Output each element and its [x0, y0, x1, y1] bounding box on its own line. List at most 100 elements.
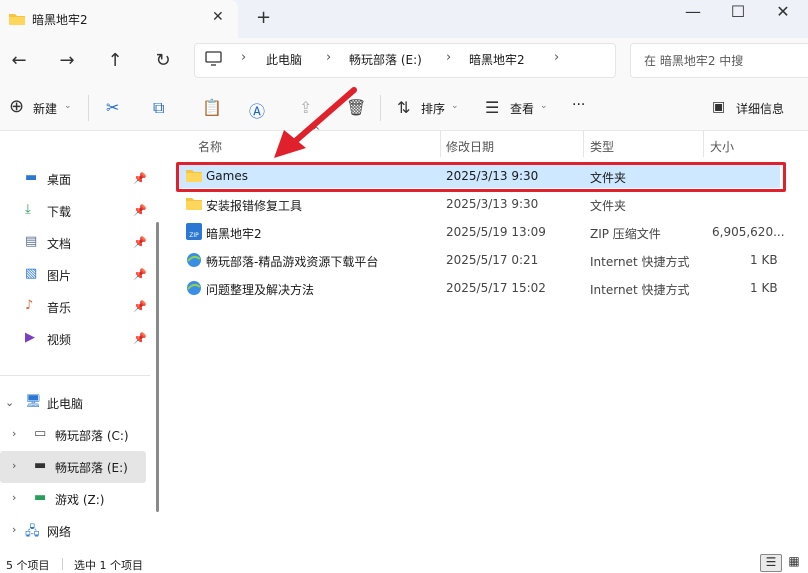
video-icon: ▶: [25, 330, 35, 345]
close-tab-icon[interactable]: ✕: [212, 9, 224, 25]
column-header-modified[interactable]: 修改日期: [446, 138, 494, 155]
window-close-button[interactable]: ✕: [773, 2, 793, 21]
divider: [62, 558, 63, 570]
sidebar-item-pictures[interactable]: 图片: [47, 267, 71, 284]
music-icon: ♪: [25, 298, 34, 313]
view-button[interactable]: 查看: [510, 100, 534, 117]
divider: [380, 95, 381, 121]
chevron-right-icon[interactable]: ›: [12, 427, 16, 440]
breadcrumb-current-folder[interactable]: 暗黑地牢2: [469, 51, 525, 68]
file-size: 6,905,620...: [712, 225, 785, 239]
new-tab-button[interactable]: +: [256, 7, 271, 28]
chevron-right-icon[interactable]: ›: [12, 491, 16, 504]
tab-title: 暗黑地牢2: [32, 13, 88, 27]
file-type: 文件夹: [590, 199, 627, 213]
sidebar-item-documents[interactable]: 文档: [47, 235, 71, 252]
sidebar-scrollbar[interactable]: [156, 222, 159, 512]
up-button[interactable]: ↑: [104, 50, 126, 71]
system-drive-icon: ▭: [34, 426, 47, 441]
file-modified: 2025/5/17 15:02: [446, 281, 546, 295]
file-type: ZIP 压缩文件: [590, 227, 661, 241]
divider: [0, 375, 150, 376]
sidebar-item-this-pc[interactable]: 此电脑: [47, 395, 83, 412]
computer-icon: 🖥: [25, 394, 42, 409]
zip-icon: ZIP: [186, 223, 202, 240]
sidebar-item-desktop[interactable]: 桌面: [47, 171, 71, 188]
paste-icon[interactable]: 📋: [202, 98, 222, 117]
details-button[interactable]: 详细信息: [736, 100, 784, 117]
details-view-icon[interactable]: ☰: [760, 554, 782, 572]
folder-icon: [9, 14, 25, 25]
chevron-right-icon: ›: [446, 50, 452, 65]
sort-icon: ⇅: [397, 98, 411, 117]
column-divider[interactable]: [703, 131, 704, 157]
column-divider[interactable]: [440, 131, 441, 157]
file-name: 问题整理及解决方法: [206, 283, 315, 297]
file-size: 1 KB: [750, 253, 778, 267]
chevron-down-icon: ⌄: [64, 101, 72, 111]
breadcrumb-this-pc[interactable]: 此电脑: [266, 51, 302, 68]
chevron-right-icon[interactable]: ›: [12, 523, 16, 536]
sidebar-item-drive-z[interactable]: 游戏 (Z:): [55, 491, 104, 508]
pin-icon: 📌: [133, 172, 147, 185]
column-header-type[interactable]: 类型: [590, 138, 614, 155]
cut-icon[interactable]: ✂: [106, 98, 119, 117]
forward-button[interactable]: →: [56, 50, 78, 71]
sidebar-item-drive-e[interactable]: 畅玩部落 (E:): [55, 459, 128, 476]
download-icon: ⤓: [25, 202, 31, 217]
sidebar-item-music[interactable]: 音乐: [47, 299, 71, 316]
document-icon: ▤: [25, 234, 38, 249]
details-pane-icon: ▣: [712, 99, 726, 115]
svg-text:ZIP: ZIP: [189, 232, 199, 239]
search-placeholder: 在 暗黑地牢2 中搜: [644, 54, 744, 68]
sidebar-item-network[interactable]: 网络: [47, 523, 71, 540]
rename-icon[interactable]: Ⓐ: [249, 98, 265, 122]
chevron-down-icon: ⌄: [451, 101, 459, 111]
annotation-arrow-icon: [274, 87, 357, 158]
drive-icon: ▬: [34, 458, 47, 473]
back-button[interactable]: ←: [8, 50, 30, 71]
internet-shortcut-icon: [187, 253, 201, 267]
file-name: 安装报错修复工具: [206, 199, 303, 213]
breadcrumb-drive-e[interactable]: 畅玩部落 (E:): [349, 51, 422, 68]
column-header-size[interactable]: 大小: [710, 138, 734, 155]
pictures-icon: ▧: [25, 266, 38, 281]
sidebar-item-drive-c[interactable]: 畅玩部落 (C:): [55, 427, 129, 444]
column-divider[interactable]: [583, 131, 584, 157]
maximize-button[interactable]: ☐: [728, 2, 748, 21]
more-options-button[interactable]: ···: [572, 97, 585, 113]
file-type: Internet 快捷方式: [590, 255, 690, 269]
divider: [88, 95, 89, 121]
internet-shortcut-icon: [187, 281, 201, 295]
folder-icon: [186, 198, 202, 210]
new-button[interactable]: 新建: [33, 100, 57, 117]
desktop-icon: ▬: [25, 170, 38, 185]
network-icon: 🖧: [25, 524, 40, 539]
pin-icon: 📌: [133, 332, 147, 345]
drive-icon: ▬: [34, 490, 47, 505]
file-name: 畅玩部落-精品游戏资源下载平台: [206, 255, 379, 269]
file-name: 暗黑地牢2: [206, 227, 262, 241]
pin-icon: 📌: [133, 204, 147, 217]
pin-icon: 📌: [133, 300, 147, 313]
file-modified: 2025/5/19 13:09: [446, 225, 546, 239]
chevron-right-icon[interactable]: ›: [12, 459, 16, 472]
chevron-right-icon: ›: [554, 50, 560, 65]
chevron-right-icon: ›: [241, 50, 247, 65]
file-type: Internet 快捷方式: [590, 283, 690, 297]
highlight-box: [176, 162, 786, 192]
sort-button[interactable]: 排序: [421, 100, 445, 117]
add-icon: ⊕: [9, 96, 25, 117]
pin-icon: 📌: [133, 236, 147, 249]
chevron-down-icon[interactable]: ⌄: [5, 396, 14, 409]
copy-icon[interactable]: ⧉: [153, 98, 164, 118]
column-header-name[interactable]: 名称: [198, 138, 222, 155]
sidebar-item-downloads[interactable]: 下载: [47, 203, 71, 220]
minimize-button[interactable]: —: [683, 2, 703, 21]
file-modified: 2025/3/13 9:30: [446, 197, 539, 211]
tiles-view-icon[interactable]: ▦: [784, 554, 804, 570]
monitor-icon: [205, 51, 222, 66]
sidebar-item-videos[interactable]: 视频: [47, 331, 71, 348]
chevron-down-icon: ⌄: [540, 101, 548, 111]
refresh-button[interactable]: ↻: [152, 50, 174, 71]
